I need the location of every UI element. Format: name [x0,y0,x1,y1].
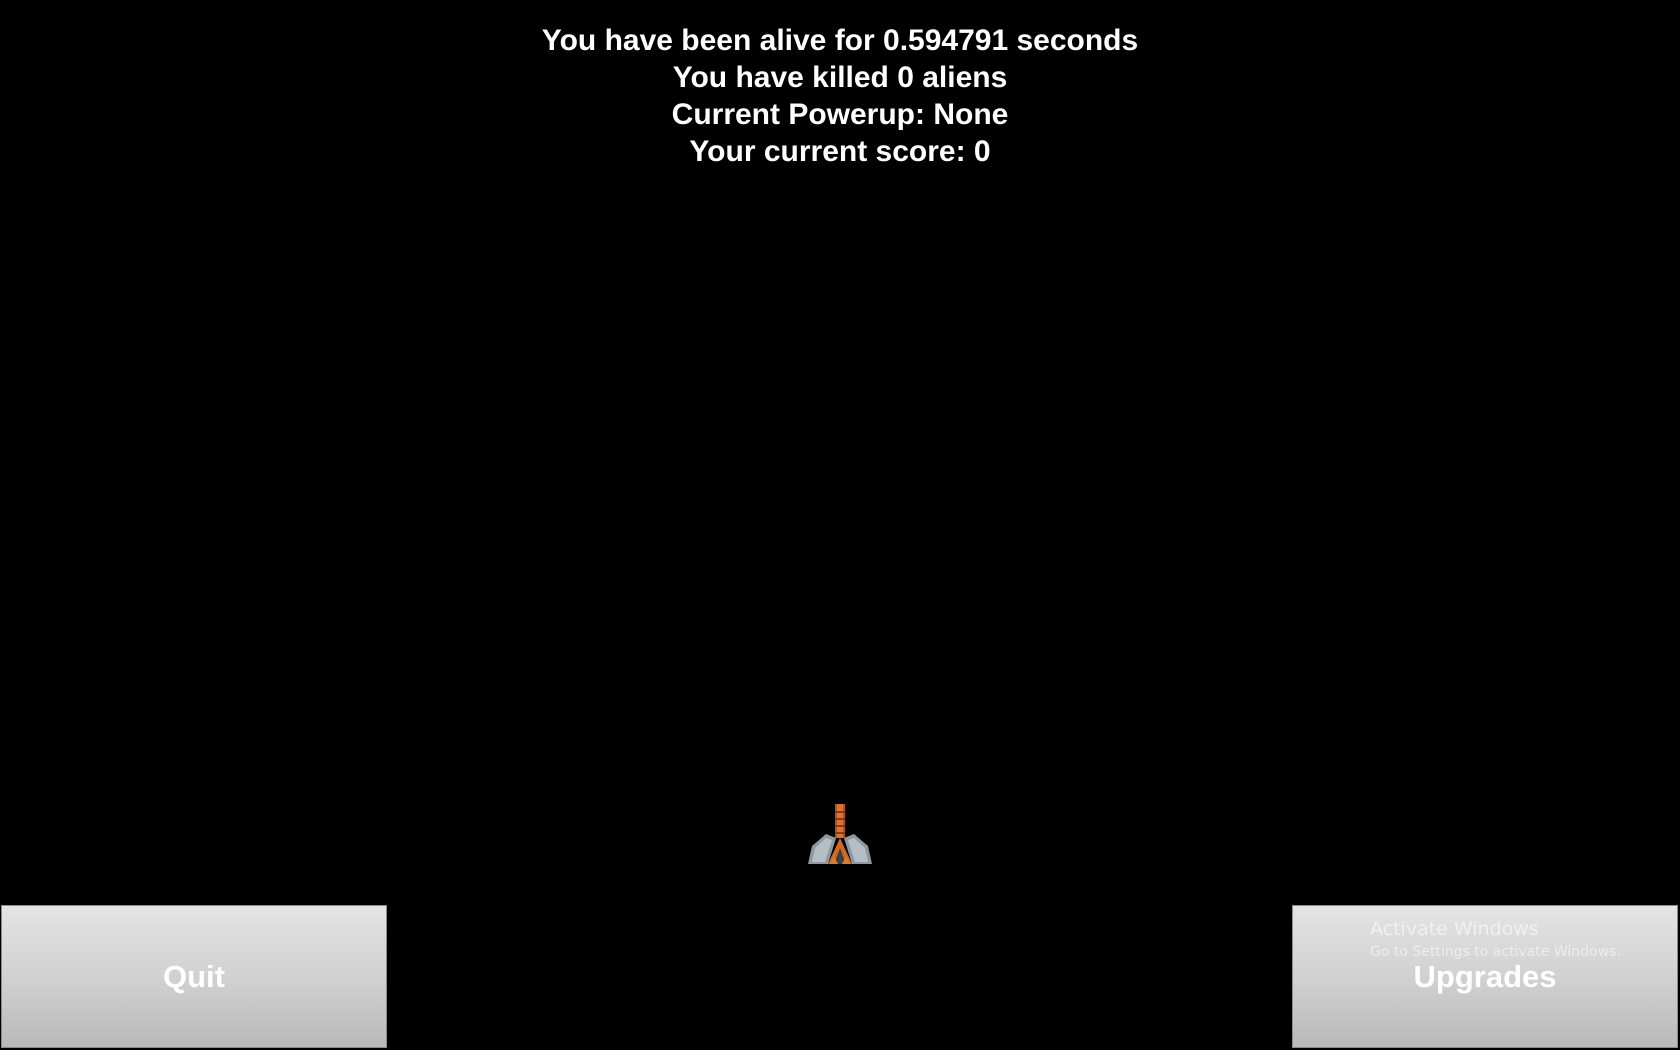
quit-button-label: Quit [163,958,225,994]
hud-stats: You have been alive for 0.594791 seconds… [0,22,1680,170]
quit-button[interactable]: Quit [1,905,387,1048]
upgrades-button[interactable]: Upgrades [1292,905,1678,1048]
spaceship-icon [808,804,872,864]
aliens-killed-text: You have killed 0 aliens [672,61,1008,94]
current-powerup-text: Current Powerup: None [671,98,1009,131]
alive-time-text: You have been alive for 0.594791 seconds [541,24,1139,57]
game-screen: You have been alive for 0.594791 seconds… [0,0,1680,1050]
upgrades-button-label: Upgrades [1413,958,1557,994]
current-score-text: Your current score: 0 [689,135,991,168]
